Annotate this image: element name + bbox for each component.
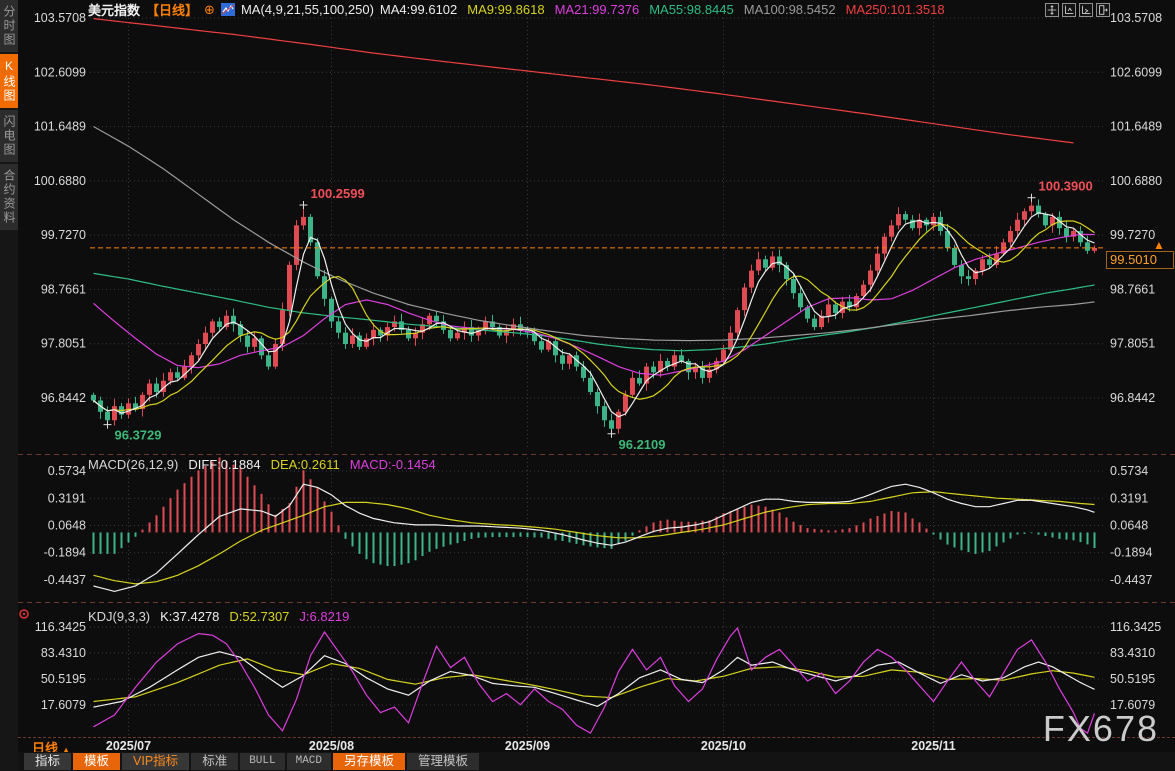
ma-settings-label: MA(4,9,21,55,100,250) xyxy=(240,2,374,17)
svg-text:97.8051: 97.8051 xyxy=(1110,337,1155,351)
svg-text:0.0648: 0.0648 xyxy=(1110,519,1148,533)
svg-text:102.6099: 102.6099 xyxy=(1110,65,1162,79)
svg-text:101.6489: 101.6489 xyxy=(1110,120,1162,134)
kdj-pane xyxy=(93,626,1096,735)
kdj-name: KDJ(9,3,3) xyxy=(88,609,151,624)
svg-text:50.5195: 50.5195 xyxy=(1110,672,1155,686)
svg-text:100.6880: 100.6880 xyxy=(34,174,86,188)
ma-lines xyxy=(93,18,1095,418)
fit-x-axis-icon[interactable] xyxy=(1079,3,1093,17)
svg-text:96.8442: 96.8442 xyxy=(1110,391,1155,405)
toolbar-button-3[interactable]: 标准 xyxy=(191,753,239,770)
sidebar-tab-1[interactable]: K线图 xyxy=(0,54,18,108)
chart-canvas[interactable]: 103.5708 103.5708 102.6099 102.6099 101.6489… xyxy=(0,0,1175,771)
trading-app: 103.5708 103.5708 102.6099 102.6099 101.6489… xyxy=(0,0,1175,771)
toolbar-button-7[interactable]: 管理模板 xyxy=(407,753,480,770)
svg-text:116.3425: 116.3425 xyxy=(35,620,86,634)
fit-y-axis-icon[interactable] xyxy=(1062,3,1076,17)
svg-text:96.2109: 96.2109 xyxy=(619,437,666,452)
ma-value: MA250:101.3518 xyxy=(845,2,945,17)
x-axis-label: 2025/08 xyxy=(308,739,355,753)
macd-name: MACD(26,12,9) xyxy=(88,457,179,472)
svg-text:99.7270: 99.7270 xyxy=(41,228,86,242)
sidebar-tab-2[interactable]: 闪电图 xyxy=(0,110,18,162)
exit-icon[interactable] xyxy=(1096,3,1110,17)
svg-text:-0.4437: -0.4437 xyxy=(44,573,86,587)
chart-header: 美元指数 【日线】 ⊕ MA(4,9,21,55,100,250) MA4:99… xyxy=(88,0,945,19)
svg-text:0.0648: 0.0648 xyxy=(48,519,86,533)
last-price-value: 99.5010 xyxy=(1110,252,1157,267)
macd-pane xyxy=(92,457,1096,593)
grid xyxy=(18,17,1175,735)
axis-labels: 103.5708 103.5708 102.6099 102.6099 101.6489… xyxy=(34,11,1162,712)
svg-text:100.2599: 100.2599 xyxy=(311,186,365,201)
sidebar-tab-0[interactable]: 分时图 xyxy=(0,0,18,52)
kdj-settings-icon[interactable] xyxy=(19,609,29,619)
svg-text:103.5708: 103.5708 xyxy=(1110,11,1162,25)
macd-hist-value: MACD:-0.1454 xyxy=(349,457,436,472)
last-price-tag: 99.5010 xyxy=(1106,251,1174,269)
toolbar-button-4[interactable]: BULL xyxy=(240,753,285,770)
window-controls xyxy=(1045,3,1110,17)
chart-type-sidebar: 分时图 K线图闪电图合约资料 xyxy=(0,0,18,771)
svg-text:0.3191: 0.3191 xyxy=(1110,491,1148,505)
svg-text:0.3191: 0.3191 xyxy=(48,491,86,505)
svg-text:-0.1894: -0.1894 xyxy=(44,546,86,560)
ma-value: MA21:99.7376 xyxy=(554,2,640,17)
x-axis-label: 2025/11 xyxy=(911,739,956,753)
kdj-j-value: J:6.8219 xyxy=(299,609,350,624)
kdj-k-value: K:37.4278 xyxy=(160,609,220,624)
toolbar-button-6[interactable]: 另存模板 xyxy=(333,753,406,770)
svg-text:50.5195: 50.5195 xyxy=(41,672,86,686)
toolbar-button-1[interactable]: 模板 xyxy=(73,753,121,770)
price-annotations xyxy=(103,193,1036,438)
add-indicator-icon[interactable]: ⊕ xyxy=(204,2,215,18)
watermark: FX678 xyxy=(1042,708,1159,749)
kdj-header: KDJ(9,3,3) K:37.4278 D:52.7307 J:6.8219 xyxy=(88,609,349,624)
svg-text:102.6099: 102.6099 xyxy=(34,65,86,79)
toolbar-button-5[interactable]: MACD xyxy=(286,753,332,770)
sidebar-tab-3[interactable]: 合约资料 xyxy=(0,164,18,230)
kdj-d-value: D:52.7307 xyxy=(229,609,290,624)
svg-text:-0.4437: -0.4437 xyxy=(1110,573,1152,587)
period-tag: 【日线】 xyxy=(146,3,199,18)
toolbar-button-2[interactable]: VIP指标 xyxy=(122,753,190,770)
ma-values: MA4:99.6102 MA9:99.8618 MA21:99.7376 MA55:9… xyxy=(380,2,945,17)
ma-value: MA100:98.5452 xyxy=(743,2,836,17)
ma-value: MA4:99.6102 xyxy=(379,2,458,17)
svg-text:17.6079: 17.6079 xyxy=(41,698,86,712)
svg-text:101.6489: 101.6489 xyxy=(34,120,86,134)
svg-text:116.3425: 116.3425 xyxy=(1110,620,1161,634)
x-axis-label: 2025/07 xyxy=(105,739,152,753)
chart-style-icon[interactable] xyxy=(220,3,235,16)
svg-text:83.4310: 83.4310 xyxy=(41,646,86,660)
svg-text:99.7270: 99.7270 xyxy=(1110,228,1155,242)
bottom-toolbar: 指标 模板 VIP指标 标准 BULL MACD 另存模板 管理模板 xyxy=(18,752,1175,771)
svg-text:97.8051: 97.8051 xyxy=(41,337,86,351)
svg-text:98.7661: 98.7661 xyxy=(41,282,86,296)
macd-diff-value: DIFF:0.1884 xyxy=(188,457,261,472)
ma-value: MA55:98.8445 xyxy=(649,2,734,17)
x-axis-label: 2025/10 xyxy=(700,739,747,753)
svg-text:96.8442: 96.8442 xyxy=(41,391,86,405)
svg-text:-0.1894: -0.1894 xyxy=(1110,546,1152,560)
svg-text:96.3729: 96.3729 xyxy=(115,428,162,443)
macd-dea-value: DEA:0.2611 xyxy=(270,457,340,472)
svg-text:100.6880: 100.6880 xyxy=(1110,174,1162,188)
svg-text:103.5708: 103.5708 xyxy=(34,11,86,25)
pan-icon[interactable] xyxy=(1045,3,1059,17)
svg-text:0.5734: 0.5734 xyxy=(1110,464,1148,478)
ma-value: MA9:99.8618 xyxy=(467,2,545,17)
symbol-name: 美元指数 xyxy=(88,3,141,18)
svg-text:0.5734: 0.5734 xyxy=(48,464,86,478)
price-up-arrow-icon: ▲ xyxy=(1153,238,1165,252)
macd-header: MACD(26,12,9) DIFF:0.1884 DEA:0.2611 MAC… xyxy=(88,457,436,472)
svg-text:83.4310: 83.4310 xyxy=(1110,646,1155,660)
x-axis-row: 日线 ▲ 2025/07 2025/08 2025/09 2025/10 2025/11 xyxy=(18,737,1175,756)
svg-text:98.7661: 98.7661 xyxy=(1110,282,1155,296)
toolbar-button-0[interactable]: 指标 xyxy=(24,753,72,770)
svg-text:100.3900: 100.3900 xyxy=(1039,179,1093,194)
x-axis-label: 2025/09 xyxy=(504,739,551,753)
